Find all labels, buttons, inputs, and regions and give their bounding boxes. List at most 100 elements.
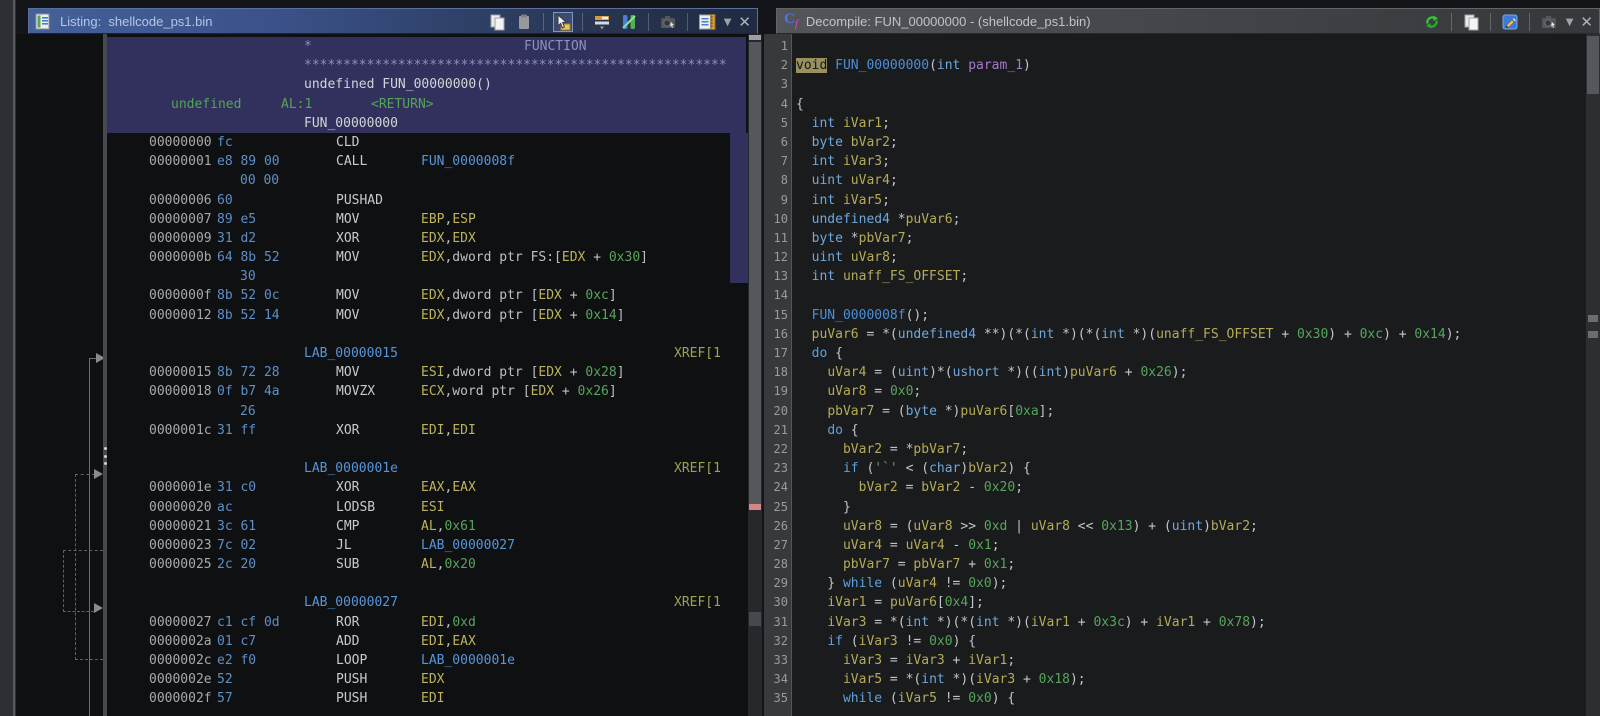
decompiler-line[interactable]: 18 uVar4 = (uint)*(ushort *)((int)puVar6… — [764, 363, 1584, 382]
decompiler-line[interactable]: 3 — [764, 75, 1584, 94]
listing-row[interactable]: 0000000f8b 52 0cMOVEDX,dword ptr [EDX + … — [16, 286, 748, 305]
decompiler-line[interactable]: 34 iVar5 = *(int *)(iVar3 + 0x18); — [764, 670, 1584, 689]
listing-row[interactable]: 000000252c 20SUBAL,0x20 — [16, 555, 748, 574]
decompiler-line[interactable]: 28 pbVar7 = pbVar7 + 0x1; — [764, 555, 1584, 574]
decompiler-panel[interactable]: 12void FUN_00000000(int param_1)34{5 int… — [764, 34, 1600, 716]
listing-row[interactable]: 000000237c 02JLLAB_00000027 — [16, 536, 748, 555]
listing-row[interactable]: 000000158b 72 28MOVESI,dword ptr [EDX + … — [16, 363, 748, 382]
listing-row[interactable] — [16, 574, 748, 593]
listing-row[interactable]: LAB_0000001eXREF[1 — [16, 459, 748, 478]
line-number: 22 — [764, 440, 788, 459]
decompiler-line[interactable]: 17 do { — [764, 344, 1584, 363]
listing-row[interactable]: 0000002e52PUSHEDX — [16, 670, 748, 689]
decompiler-line[interactable]: 24 bVar2 = bVar2 - 0x20; — [764, 478, 1584, 497]
listing-row[interactable]: 26 — [16, 402, 748, 421]
decompiler-line[interactable]: 25 } — [764, 498, 1584, 517]
refresh-icon[interactable] — [1422, 12, 1442, 32]
listing-row[interactable]: 000000128b 52 14MOVEDX,dword ptr [EDX + … — [16, 306, 748, 325]
decompiler-line[interactable]: 27 uVar4 = uVar4 - 0x1; — [764, 536, 1584, 555]
listing-row[interactable]: undefinedAL:1<RETURN> — [16, 95, 748, 114]
listing-row[interactable]: *FUNCTION — [16, 37, 748, 56]
decompiler-line[interactable]: 6 byte bVar2; — [764, 133, 1584, 152]
decompiler-line[interactable]: 35 while (iVar5 != 0x0) { — [764, 689, 1584, 708]
listing-panel[interactable]: *FUNCTION*******************************… — [16, 34, 748, 716]
decompiler-line[interactable]: 14 — [764, 286, 1584, 305]
scrollbar-cursor-marker[interactable] — [749, 504, 761, 510]
decompiler-line[interactable]: 12 uint uVar8; — [764, 248, 1584, 267]
edit-icon[interactable] — [1500, 12, 1520, 32]
listing-row[interactable]: 0000000931 d2XOREDX,EDX — [16, 229, 748, 248]
listing-row[interactable]: undefined FUN_00000000() — [16, 75, 748, 94]
decompiler-line[interactable]: 1 — [764, 37, 1584, 56]
decompiler-line[interactable]: 4{ — [764, 95, 1584, 114]
listing-window-header[interactable]: Listing: shellcode_ps1.bin — [28, 8, 758, 34]
decompiler-line[interactable]: 21 do { — [764, 421, 1584, 440]
listing-row[interactable]: 0000000b64 8b 52MOVEDX,dword ptr FS:[EDX… — [16, 248, 748, 267]
listing-row[interactable]: 00000001e8 89 00CALLFUN_0000008f — [16, 152, 748, 171]
line-number: 30 — [764, 593, 788, 612]
listing-row[interactable]: LAB_00000015XREF[1 — [16, 344, 748, 363]
decompiler-line[interactable]: 32 if (iVar3 != 0x0) { — [764, 632, 1584, 651]
listing-row[interactable]: 000000180f b7 4aMOVZXECX,word ptr [EDX +… — [16, 382, 748, 401]
line-number: 31 — [764, 613, 788, 632]
decompiler-line[interactable]: 16 puVar6 = *(undefined4 **)(*(int *)(*(… — [764, 325, 1584, 344]
decompiler-line[interactable]: 7 int iVar3; — [764, 152, 1584, 171]
decompiler-line[interactable]: 10 undefined4 *puVar6; — [764, 210, 1584, 229]
decompiler-scrollbar[interactable] — [1586, 34, 1600, 716]
listing-scrollbar[interactable] — [748, 34, 762, 716]
listing-row[interactable]: 0000001c31 ffXOREDI,EDI — [16, 421, 748, 440]
listing-row[interactable] — [16, 440, 748, 459]
dropdown-caret-icon[interactable]: ▼ — [724, 17, 732, 28]
decompiler-line[interactable]: 30 iVar1 = puVar6[0x4]; — [764, 593, 1584, 612]
listing-row[interactable]: 0000000660PUSHAD — [16, 191, 748, 210]
decompiler-line[interactable]: 26 uVar8 = (uVar8 >> 0xd | uVar8 << 0x13… — [764, 517, 1584, 536]
line-number: 15 — [764, 306, 788, 325]
listing-row[interactable]: 00000020acLODSBESI — [16, 498, 748, 517]
listing-row[interactable]: ****************************************… — [16, 56, 748, 75]
decompiler-line[interactable]: 11 byte *pbVar7; — [764, 229, 1584, 248]
decompiler-line[interactable]: 19 uVar8 = 0x0; — [764, 382, 1584, 401]
close-icon[interactable]: ✕ — [1580, 13, 1593, 31]
cursor-location-icon[interactable] — [553, 12, 573, 32]
decompiler-line[interactable]: 23 if ('`' < (char)bVar2) { — [764, 459, 1584, 478]
decompiler-window-header[interactable]: Cf Decompile: FUN_00000000 - (shellcode_… — [776, 8, 1600, 34]
listing-row[interactable]: 0000001e31 c0XOREAX,EAX — [16, 478, 748, 497]
listing-scrollbar-thumb[interactable] — [749, 42, 761, 506]
listing-row[interactable]: 00 00 — [16, 171, 748, 190]
diff-view-icon[interactable] — [619, 12, 639, 32]
copy-icon[interactable] — [1461, 12, 1481, 32]
decompiler-line[interactable]: 15 FUN_0000008f(); — [764, 306, 1584, 325]
ghidra-workspace: Listing: shellcode_ps1.bin — [0, 0, 1600, 716]
listing-row[interactable]: 00000027c1 cf 0dROREDI,0xd — [16, 613, 748, 632]
decompiler-line[interactable]: 5 int iVar1; — [764, 114, 1584, 133]
decompiler-line[interactable]: 22 bVar2 = *pbVar7; — [764, 440, 1584, 459]
listing-row[interactable]: 30 — [16, 267, 748, 286]
decompiler-line[interactable]: 29 } while (uVar4 != 0x0); — [764, 574, 1584, 593]
decompiler-line[interactable]: 9 int iVar5; — [764, 191, 1584, 210]
listing-row[interactable]: FUN_00000000 — [16, 114, 748, 133]
listing-row[interactable]: 0000002a01 c7ADDEDI,EAX — [16, 632, 748, 651]
close-icon[interactable]: ✕ — [738, 13, 751, 31]
listing-row[interactable]: 0000002f57PUSHEDI — [16, 689, 748, 708]
dropdown-caret-icon[interactable]: ▼ — [1566, 17, 1574, 28]
listing-row[interactable]: 000000213c 61CMPAL,0x61 — [16, 517, 748, 536]
listing-format-icon[interactable] — [697, 12, 717, 32]
decompiler-line[interactable]: 2void FUN_00000000(int param_1) — [764, 56, 1584, 75]
snapshot-icon[interactable] — [658, 12, 678, 32]
listing-row[interactable]: 0000002ce2 f0LOOPLAB_0000001e — [16, 651, 748, 670]
decompiler-line[interactable]: 8 uint uVar4; — [764, 171, 1584, 190]
snapshot-icon[interactable] — [1539, 12, 1559, 32]
decompiler-line[interactable]: 13 int unaff_FS_OFFSET; — [764, 267, 1584, 286]
field-header-icon[interactable] — [592, 12, 612, 32]
listing-row[interactable]: 00000000fcCLD — [16, 133, 748, 152]
decompiler-line[interactable]: 33 iVar3 = iVar3 + iVar1; — [764, 651, 1584, 670]
decompiler-line[interactable]: 31 iVar3 = *(int *)(*(int *)(iVar1 + 0x3… — [764, 613, 1584, 632]
listing-row[interactable]: 0000000789 e5MOVEBP,ESP — [16, 210, 748, 229]
copy-icon[interactable] — [487, 12, 507, 32]
paste-icon[interactable] — [514, 12, 534, 32]
toolbar-separator — [582, 13, 583, 31]
listing-row[interactable] — [16, 325, 748, 344]
decompiler-line[interactable]: 20 pbVar7 = (byte *)puVar6[0xa]; — [764, 402, 1584, 421]
listing-row[interactable]: LAB_00000027XREF[1 — [16, 593, 748, 612]
decompiler-scrollbar-thumb[interactable] — [1587, 36, 1599, 94]
